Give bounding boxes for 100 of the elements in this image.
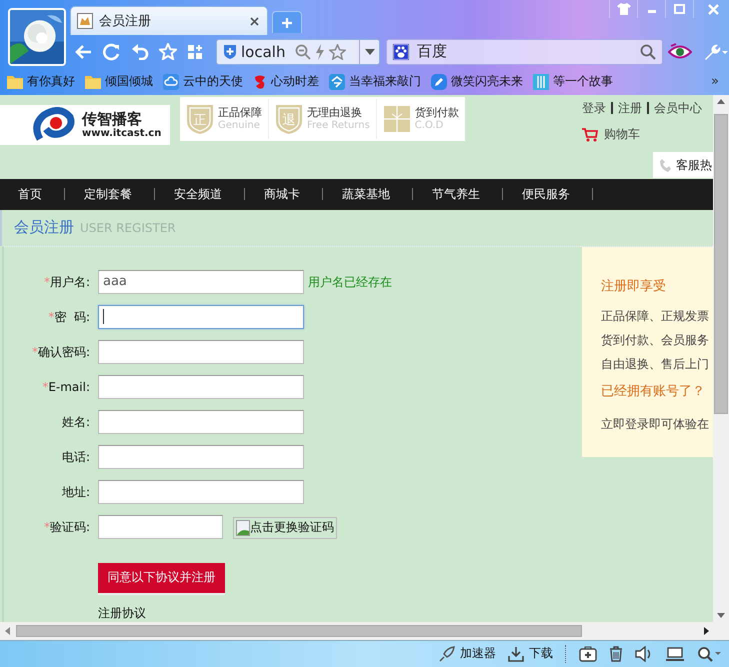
logo-url: www.itcast.cn bbox=[82, 128, 162, 139]
vertical-scrollbar[interactable] bbox=[713, 95, 729, 622]
download-icon bbox=[508, 646, 524, 662]
nav-link[interactable]: 首页 bbox=[0, 188, 65, 200]
cart-icon bbox=[582, 128, 598, 142]
login-hint: 立即登录即可体验在 bbox=[601, 416, 709, 433]
badge-title: 正品保障 bbox=[218, 106, 262, 120]
shield-glyph: 退 bbox=[282, 113, 296, 128]
badge-title: 无理由退换 bbox=[307, 106, 363, 120]
input-field[interactable] bbox=[98, 340, 304, 364]
phone-icon bbox=[660, 158, 671, 172]
nav-link[interactable]: 安全频道 bbox=[155, 188, 245, 200]
nav-link[interactable]: 节气养生 bbox=[413, 188, 503, 200]
zoom-icon[interactable] bbox=[697, 646, 721, 662]
scroll-down-icon[interactable] bbox=[717, 613, 725, 618]
input-field[interactable] bbox=[98, 374, 304, 399]
field-label: *密 码: bbox=[47, 308, 90, 326]
field-label: 地址: bbox=[60, 484, 90, 501]
address-bar[interactable]: localh bbox=[216, 38, 380, 64]
benefit-text: 自由退换、售后上门 bbox=[601, 356, 709, 373]
header-link[interactable]: 注册 bbox=[611, 102, 647, 114]
bookmark-item[interactable]: 云中的天使 bbox=[163, 73, 243, 90]
scrollbar-thumb[interactable] bbox=[16, 624, 582, 637]
bookmark-item[interactable]: 等一个故事 bbox=[533, 73, 613, 90]
login-prompt: 已经拥有账号了？ bbox=[601, 382, 705, 400]
laptop-icon[interactable] bbox=[665, 646, 685, 662]
nav-link[interactable]: 便民服务 bbox=[503, 188, 593, 200]
medical-kit-icon[interactable] bbox=[579, 646, 597, 662]
submit-button[interactable]: 同意以下协议并注册 bbox=[98, 562, 225, 595]
hotline-text: 客服热 bbox=[676, 156, 712, 174]
plus-icon bbox=[281, 16, 293, 28]
bookmark-item[interactable]: 有你真好 bbox=[7, 73, 75, 90]
grid-icon bbox=[533, 74, 549, 90]
scroll-right-icon[interactable] bbox=[704, 626, 709, 635]
pen-icon bbox=[431, 74, 447, 90]
field-label: 姓名: bbox=[60, 414, 90, 431]
nav-link[interactable]: 蔬菜基地 bbox=[323, 188, 413, 200]
field-label: *E-mail: bbox=[41, 378, 90, 396]
browser-tab[interactable]: 会员注册 bbox=[70, 6, 268, 35]
header-link[interactable]: 登录 bbox=[582, 102, 611, 114]
search-icon[interactable] bbox=[640, 44, 656, 60]
paw-icon bbox=[393, 44, 409, 60]
bookmark-item[interactable]: 微笑闪亮未来 bbox=[431, 73, 523, 90]
bookmark-item[interactable]: 倾国倾城 bbox=[85, 73, 153, 90]
scrollbar-thumb[interactable] bbox=[714, 114, 728, 414]
cat-icon bbox=[77, 13, 93, 29]
nav-link[interactable]: 定制套餐 bbox=[65, 188, 155, 200]
trash-icon[interactable] bbox=[609, 646, 623, 662]
cart-link[interactable]: 购物车 bbox=[582, 126, 640, 143]
benefit-text: 正品保障、正规发票 bbox=[601, 308, 709, 325]
search-field[interactable]: 百度 bbox=[386, 38, 663, 64]
field-label: *确认密码: bbox=[30, 344, 90, 361]
logo-icon bbox=[32, 107, 76, 143]
benefits-title: 注册即享受 bbox=[601, 278, 666, 295]
field-label: 电话: bbox=[60, 448, 90, 466]
rocket-icon bbox=[439, 646, 455, 662]
zoom-out-icon[interactable] bbox=[295, 44, 311, 60]
speaker-icon[interactable] bbox=[635, 646, 653, 662]
folder-icon bbox=[85, 74, 101, 88]
close-icon bbox=[708, 4, 719, 14]
agreement-link[interactable]: 注册协议 bbox=[98, 604, 146, 622]
horizontal-scrollbar[interactable] bbox=[0, 622, 729, 640]
section-title: 会员注册 bbox=[14, 218, 74, 238]
maximize-icon bbox=[674, 4, 685, 14]
header-link[interactable]: 会员中心 bbox=[647, 102, 707, 114]
lightning-icon[interactable] bbox=[315, 44, 325, 60]
badge-title: 货到付款 bbox=[414, 106, 459, 120]
input-field[interactable] bbox=[98, 514, 223, 539]
captcha-image[interactable]: 点击更换验证码 bbox=[233, 516, 337, 539]
shield-icon bbox=[223, 44, 237, 60]
shield-glyph: 正 bbox=[194, 113, 206, 128]
nav-link[interactable]: 商城卡 bbox=[245, 188, 323, 200]
input-field[interactable]: aaa bbox=[98, 270, 304, 294]
input-field[interactable] bbox=[98, 480, 304, 504]
field-label: *用户名: bbox=[42, 274, 90, 291]
caret-icon bbox=[364, 48, 374, 54]
new-tab-button[interactable] bbox=[272, 11, 302, 33]
folder-icon bbox=[7, 74, 23, 88]
input-field[interactable] bbox=[98, 304, 304, 329]
bookmark-item[interactable]: 心动时差 bbox=[253, 73, 319, 90]
scroll-up-icon[interactable] bbox=[717, 99, 725, 104]
bookmark-item[interactable]: 当幸福来敲门 bbox=[329, 73, 421, 90]
accelerator-button[interactable]: 加速器 bbox=[439, 645, 496, 662]
input-field[interactable] bbox=[98, 444, 304, 469]
field-label: *验证码: bbox=[42, 518, 90, 536]
download-button[interactable]: 下载 bbox=[508, 645, 553, 662]
gift-icon bbox=[382, 105, 411, 133]
url-text: localh bbox=[241, 42, 286, 60]
validation-message: 用户名已经存在 bbox=[308, 274, 392, 291]
input-field[interactable] bbox=[98, 410, 304, 434]
search-engine-name: 百度 bbox=[417, 42, 448, 61]
more-bookmarks-button[interactable]: » bbox=[711, 74, 719, 89]
scroll-left-icon[interactable] bbox=[5, 626, 10, 635]
logo[interactable]: 传智播客 www.itcast.cn bbox=[0, 105, 170, 145]
cloud-icon bbox=[163, 74, 179, 90]
broken-image-icon bbox=[236, 520, 250, 536]
benefit-text: 货到付款、会员服务 bbox=[601, 332, 709, 349]
app-icon bbox=[329, 74, 345, 90]
close-icon[interactable] bbox=[250, 16, 259, 26]
star-icon[interactable] bbox=[329, 44, 346, 60]
